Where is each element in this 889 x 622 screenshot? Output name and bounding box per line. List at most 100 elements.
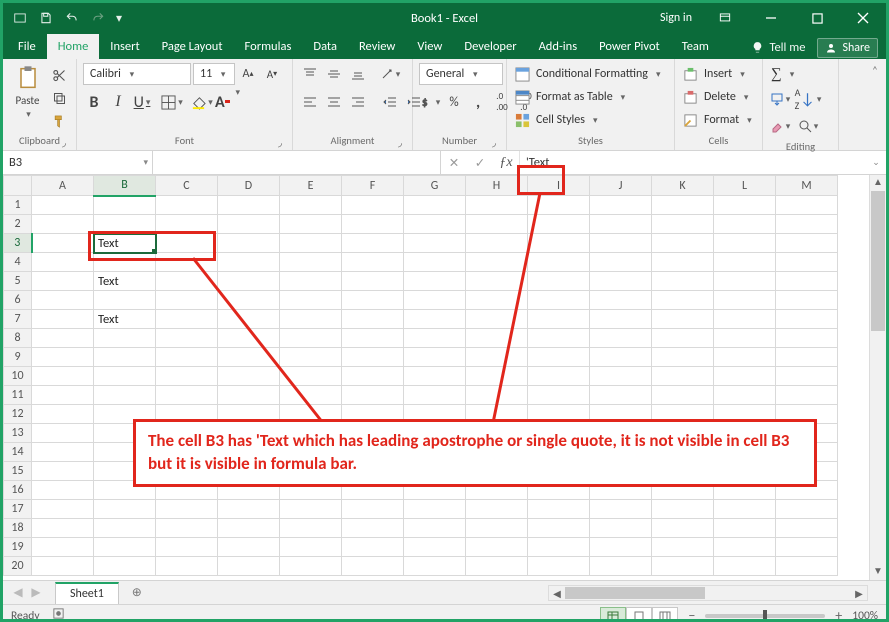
expand-formula-bar-button[interactable]: ⌄	[866, 151, 886, 174]
cell[interactable]	[652, 215, 714, 234]
column-header[interactable]: C	[156, 176, 218, 196]
cell[interactable]	[776, 538, 838, 557]
decrease-font-button[interactable]: A▾	[261, 63, 283, 85]
cell[interactable]	[32, 519, 94, 538]
tab-file[interactable]: File	[7, 34, 47, 59]
font-size-dropdown[interactable]: 11▾	[193, 63, 235, 85]
cell[interactable]	[714, 196, 776, 215]
row-header[interactable]: 5	[4, 272, 32, 291]
cell[interactable]	[404, 329, 466, 348]
view-normal-button[interactable]	[600, 607, 626, 622]
view-page-layout-button[interactable]	[626, 607, 652, 622]
column-header[interactable]: J	[590, 176, 652, 196]
align-middle-button[interactable]	[323, 63, 345, 85]
cell[interactable]	[466, 500, 528, 519]
cell[interactable]	[776, 215, 838, 234]
cell[interactable]	[714, 500, 776, 519]
cell[interactable]	[652, 367, 714, 386]
paste-button[interactable]: Paste ▾	[9, 62, 46, 120]
cell[interactable]	[32, 424, 94, 443]
cell[interactable]	[714, 329, 776, 348]
sort-filter-button[interactable]: AZ↓▾	[797, 88, 819, 110]
zoom-out-button[interactable]: −	[688, 607, 695, 622]
column-header[interactable]: B	[94, 176, 156, 196]
cell[interactable]	[590, 367, 652, 386]
cell[interactable]	[404, 538, 466, 557]
align-bottom-button[interactable]	[347, 63, 369, 85]
cell[interactable]	[32, 234, 94, 253]
cell[interactable]	[218, 557, 280, 576]
row-header[interactable]: 1	[4, 196, 32, 215]
cell[interactable]	[590, 329, 652, 348]
cell[interactable]	[218, 367, 280, 386]
cell[interactable]	[94, 367, 156, 386]
column-header[interactable]: A	[32, 176, 94, 196]
cell[interactable]	[714, 519, 776, 538]
number-launcher-icon[interactable]: ◞	[488, 136, 500, 148]
column-header[interactable]: F	[342, 176, 404, 196]
spreadsheet-grid[interactable]: ABCDEFGHIJKLM123Text45Text67Text89101112…	[3, 175, 886, 580]
close-button[interactable]	[840, 3, 886, 33]
cell[interactable]	[466, 291, 528, 310]
cell[interactable]	[32, 367, 94, 386]
select-all-cell[interactable]	[4, 176, 32, 196]
cell[interactable]: Text	[94, 234, 156, 253]
cell[interactable]	[466, 272, 528, 291]
accounting-format-button[interactable]: $▾	[419, 91, 441, 113]
column-header[interactable]: M	[776, 176, 838, 196]
tab-review[interactable]: Review	[348, 34, 406, 59]
cell[interactable]	[776, 272, 838, 291]
cell[interactable]	[32, 443, 94, 462]
cell[interactable]	[32, 500, 94, 519]
cell[interactable]	[590, 557, 652, 576]
cell[interactable]	[466, 196, 528, 215]
cell[interactable]	[652, 557, 714, 576]
ribbon-display-options-icon[interactable]	[702, 3, 748, 33]
cell[interactable]	[342, 310, 404, 329]
cell[interactable]	[342, 367, 404, 386]
cell[interactable]	[156, 500, 218, 519]
format-painter-button[interactable]	[48, 110, 70, 132]
cell[interactable]	[342, 386, 404, 405]
formula-input[interactable]: 'Text	[520, 151, 866, 174]
tab-team[interactable]: Team	[671, 34, 720, 59]
fill-color-button[interactable]: ▾	[191, 91, 213, 113]
cell[interactable]	[528, 348, 590, 367]
cell[interactable]	[218, 215, 280, 234]
cell[interactable]	[776, 557, 838, 576]
sheet-nav-prev[interactable]: ◀	[9, 585, 27, 600]
view-page-break-button[interactable]	[652, 607, 678, 622]
cell[interactable]	[280, 291, 342, 310]
orientation-button[interactable]: ▾	[379, 63, 401, 85]
cell[interactable]	[94, 291, 156, 310]
cell[interactable]	[280, 234, 342, 253]
cut-button[interactable]	[48, 64, 70, 86]
cell[interactable]	[156, 386, 218, 405]
cell[interactable]	[714, 272, 776, 291]
cell[interactable]	[280, 557, 342, 576]
quickaccess-save-icon[interactable]	[33, 3, 59, 33]
cell[interactable]	[652, 291, 714, 310]
cell[interactable]	[342, 253, 404, 272]
cell[interactable]	[218, 500, 280, 519]
cell[interactable]	[714, 310, 776, 329]
cell[interactable]	[342, 215, 404, 234]
cell[interactable]	[218, 291, 280, 310]
cell[interactable]	[714, 291, 776, 310]
cell[interactable]	[652, 348, 714, 367]
borders-button[interactable]: ▾	[161, 91, 183, 113]
cell[interactable]	[590, 310, 652, 329]
share-button[interactable]: Share	[817, 38, 878, 58]
copy-button[interactable]	[48, 87, 70, 109]
quickaccess-customize-icon[interactable]: ▾	[111, 3, 127, 33]
row-header[interactable]: 14	[4, 443, 32, 462]
tab-developer[interactable]: Developer	[453, 34, 527, 59]
cell[interactable]	[466, 329, 528, 348]
cell[interactable]	[404, 348, 466, 367]
cell[interactable]	[590, 215, 652, 234]
font-color-button[interactable]: A▾	[215, 91, 237, 113]
cell[interactable]	[280, 215, 342, 234]
row-header[interactable]: 3	[4, 234, 32, 253]
minimize-button[interactable]	[748, 3, 794, 33]
cell[interactable]	[94, 519, 156, 538]
